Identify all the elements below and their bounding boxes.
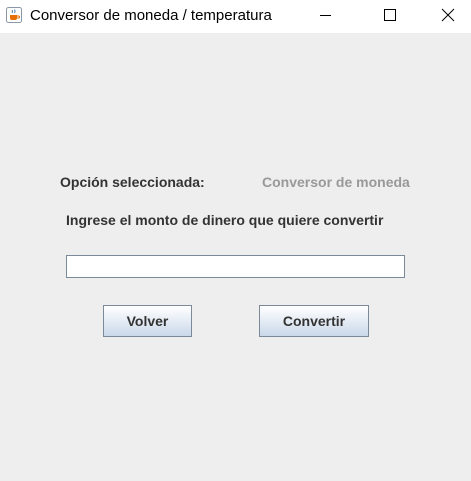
- java-cup-icon[interactable]: [6, 7, 22, 23]
- back-button[interactable]: Volver: [103, 305, 192, 337]
- maximize-button[interactable]: [367, 0, 413, 31]
- title-bar[interactable]: Conversor de moneda / temperatura: [0, 0, 471, 33]
- window-title: Conversor de moneda / temperatura: [30, 7, 272, 24]
- selected-option-value: Conversor de moneda: [262, 174, 410, 190]
- amount-prompt: Ingrese el monto de dinero que quiere co…: [66, 212, 384, 228]
- convert-button[interactable]: Convertir: [259, 305, 369, 337]
- amount-input[interactable]: [66, 255, 405, 278]
- maximize-icon: [384, 9, 396, 21]
- close-icon: [441, 8, 455, 22]
- close-button[interactable]: [425, 0, 471, 31]
- option-label: Opción seleccionada:: [60, 174, 205, 190]
- app-window: Conversor de moneda / temperatura Opción…: [0, 0, 471, 481]
- minimize-button[interactable]: [310, 0, 356, 31]
